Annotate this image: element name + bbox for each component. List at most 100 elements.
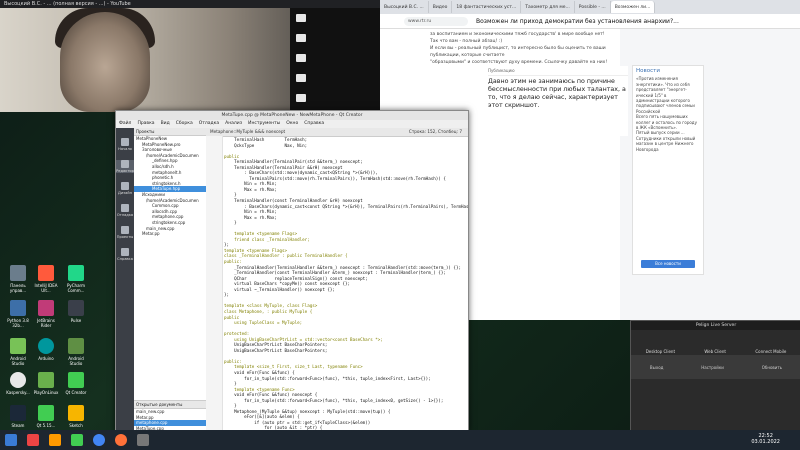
content-line: "образцовыми" и соответствуют духу време…: [430, 60, 608, 65]
editor-toolbar: Metaphone::MyTuple &&& noexcept Строка: …: [206, 128, 468, 137]
desktop-icon[interactable]: Qt Creator: [62, 372, 90, 395]
open-documents: Открытые документы main_new.cpp Metar.pp…: [134, 400, 206, 432]
desktop-icon[interactable]: Python 3.8 32b...: [4, 300, 32, 328]
desktop-icon[interactable]: IntelliJ IDEA Ult...: [32, 265, 60, 293]
chrome-icon[interactable]: [93, 434, 105, 446]
rd-titlebar: Pelign Live Server: [631, 321, 800, 330]
rd-tab[interactable]: Web Client: [704, 349, 726, 354]
all-news-button[interactable]: Все новости: [641, 260, 695, 268]
mode-help[interactable]: Справка: [116, 248, 134, 261]
firefox-icon[interactable]: [115, 434, 127, 446]
desktop-icon[interactable]: Qt 5.15...: [32, 405, 60, 428]
post-toolbar[interactable]: Публикацию: [488, 66, 628, 76]
debug-icon: [121, 204, 129, 212]
design-icon: [121, 182, 129, 190]
menu-file[interactable]: Файл: [116, 120, 134, 128]
mode-selector: Начало Редактор Дизайн Отладка Проекты С…: [116, 128, 134, 431]
qt-titlebar: MetaTupe.cpp @ MetaPhoneNew - NewMetaPho…: [116, 111, 468, 120]
desktop-icon[interactable]: Arduino: [32, 338, 60, 361]
help-icon: [121, 248, 129, 256]
menu-window[interactable]: Окно: [283, 120, 301, 128]
app-icon[interactable]: [137, 434, 149, 446]
video-face: [60, 12, 150, 112]
editor-function-selector[interactable]: Metaphone::MyTuple &&& noexcept: [210, 129, 285, 134]
content-line: Так что вам - полный абзац! :): [430, 39, 503, 44]
news-item[interactable]: ический 1/5" в администрации которого по…: [636, 93, 700, 115]
desktop-icon[interactable]: PlayOnLinux: [32, 372, 60, 395]
wrench-icon: [121, 226, 129, 234]
menu-view[interactable]: Вид: [158, 120, 173, 128]
app-icon[interactable]: [49, 434, 61, 446]
menu-analyze[interactable]: Анализ: [222, 120, 245, 128]
clock-date: 03.01.2022: [751, 439, 780, 445]
mode-design[interactable]: Дизайн: [116, 182, 134, 195]
address-bar[interactable]: www.rtr.ru: [404, 16, 468, 26]
clock[interactable]: 22:52 03.01.2022: [751, 433, 780, 445]
browser-tab[interactable]: Possible - ...: [575, 1, 611, 13]
browser-tab-strip: Высоцкий В.С. ... Видео 18 фантастически…: [380, 0, 800, 14]
news-item[interactable]: Сотрудники открыли новый магазин в центр…: [636, 136, 700, 152]
film-strip: [290, 8, 380, 112]
desktop-icon[interactable]: Steam: [4, 405, 32, 428]
browser-tab[interactable]: 18 фантастических уст...: [452, 1, 522, 13]
rd-tab[interactable]: Desktop Client: [646, 349, 675, 354]
mode-projects[interactable]: Проекты: [116, 226, 134, 239]
remote-desktop-window: Pelign Live Server Desktop Client Web Cl…: [630, 320, 800, 432]
menu-tools[interactable]: Инструменты: [245, 120, 283, 128]
code-editor[interactable]: Metaphone::MyTuple &&& noexcept Строка: …: [206, 128, 468, 431]
mode-welcome[interactable]: Начало: [116, 138, 134, 151]
youtube-video[interactable]: [0, 8, 380, 112]
menu-edit[interactable]: Правка: [134, 120, 157, 128]
desktop-icon[interactable]: Android Studio: [62, 338, 90, 366]
browser-tab-active[interactable]: Возможен ли...: [610, 1, 656, 13]
news-item[interactable]: «Против изменения энергетики». Что из се…: [636, 76, 700, 92]
mode-debug[interactable]: Отладка: [116, 204, 134, 217]
projects-header[interactable]: Проекты: [134, 128, 206, 136]
taskbar: 22:52 03.01.2022: [0, 430, 800, 450]
desktop-icon[interactable]: Sketch: [62, 405, 90, 428]
menu-build[interactable]: Сборка: [173, 120, 196, 128]
line-number-gutter: [206, 136, 223, 431]
tree-item[interactable]: Metar.pp: [134, 231, 206, 237]
start-icon[interactable]: [5, 434, 17, 446]
app-icon[interactable]: [27, 434, 39, 446]
menu-help[interactable]: Справка: [301, 120, 327, 128]
browser-tab[interactable]: Высоцкий В.С. ...: [380, 1, 429, 13]
code-text[interactable]: TerminalHash TermHash; QcksType Nax, Nin…: [224, 137, 468, 431]
post-text: Давно этим не занимаюсь по причине бессм…: [488, 78, 626, 109]
open-docs-header: Открытые документы: [134, 401, 206, 409]
browser-tab[interactable]: Тахометр для ме...: [521, 1, 575, 13]
rd-action[interactable]: Настройки: [701, 365, 724, 370]
rd-action[interactable]: Выход: [650, 365, 663, 370]
browser-tab[interactable]: Видео: [429, 1, 453, 13]
code-line[interactable]: _TerminalHandler(const TerminalHandler &…: [224, 270, 468, 276]
qt-menubar: Файл Правка Вид Сборка Отладка Анализ Ин…: [116, 120, 468, 128]
cursor-position: Строка: 152, Столбец: 7: [408, 129, 462, 134]
desktop-icon[interactable]: Pulse: [62, 300, 90, 323]
post-box: Публикацию Давно этим не занимаюсь по пр…: [488, 66, 628, 136]
code-line[interactable]: for_in_tuple(std::forward<Func>(func), *…: [224, 398, 468, 404]
desktop-icon[interactable]: Панель управ...: [4, 265, 32, 293]
news-panel: Новости «Против изменения энергетики». Ч…: [632, 65, 704, 275]
mode-edit[interactable]: Редактор: [116, 160, 134, 173]
desktop-icon[interactable]: PyCharm Comm...: [62, 265, 90, 293]
news-title: Новости: [636, 68, 660, 74]
desktop-icon[interactable]: Android Studio: [4, 338, 32, 366]
project-tree: Проекты MetaPhoneNew MetaPhoneNew.pro За…: [134, 128, 207, 432]
rd-tabs: Desktop Client Web Client Connect Mobile: [631, 330, 800, 354]
news-item[interactable]: Всего пять нашумевших коллег и осталось …: [636, 114, 700, 130]
content-line: И если вы - реальный публицист, то интер…: [430, 46, 606, 58]
desktop-icon[interactable]: Kaspersky...: [4, 372, 32, 395]
page-heading: Возможен ли приход демократии без устано…: [476, 17, 679, 25]
edit-icon: [121, 160, 129, 168]
rd-tab[interactable]: Connect Mobile: [755, 349, 786, 354]
qt-icon[interactable]: [71, 434, 83, 446]
desktop-icon[interactable]: JetBrains Rider: [32, 300, 60, 328]
browser-toolbar: www.rtr.ru Возможен ли приход демократии…: [380, 14, 800, 29]
content-line: за воспитанием и экономическими тяжб гос…: [430, 32, 605, 37]
welcome-icon: [121, 138, 129, 146]
menu-debug[interactable]: Отладка: [196, 120, 222, 128]
rd-actions: Выход Настройки Обновить: [631, 355, 800, 379]
rd-action[interactable]: Обновить: [762, 365, 782, 370]
youtube-titlebar: Высоцкий В.С. - ... (полная версия - ...…: [0, 0, 380, 8]
